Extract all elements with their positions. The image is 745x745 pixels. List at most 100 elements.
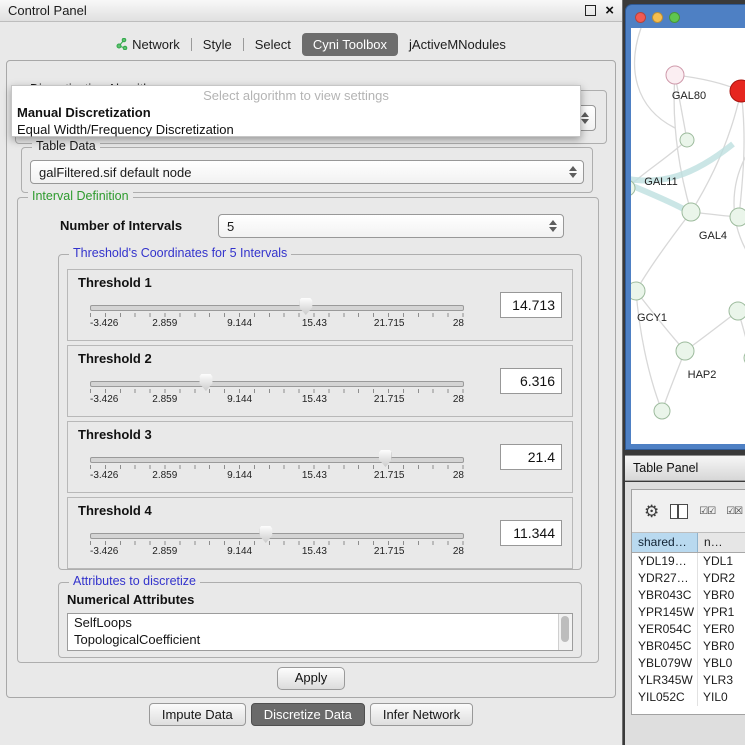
tab-style[interactable]: Style <box>196 33 239 56</box>
slider-tick-label: -3.426 <box>90 546 118 557</box>
node-label-gal4: GAL4 <box>699 230 727 242</box>
top-tab-bar: Network Style Select Cyni Toolbox jActiv… <box>0 31 622 57</box>
table-row[interactable]: YBR043C YBR0 <box>632 587 745 604</box>
slider-track[interactable] <box>90 457 464 463</box>
bottom-tab-bar: Impute Data Discretize Data Infer Networ… <box>0 703 622 726</box>
cell-name: YIL0 <box>698 689 745 706</box>
table-data-combo[interactable]: galFiltered.sif default node <box>30 160 584 184</box>
slider-tick-label: -3.426 <box>90 394 118 405</box>
table-panel-titlebar[interactable]: Table Panel <box>625 455 745 481</box>
gear-icon[interactable]: ⚙ <box>644 503 659 520</box>
popup-option-equal-width[interactable]: Equal Width/Frequency Discretization <box>12 121 580 138</box>
network-graph: GAL80 GAL11 GAL4 GCY1 HAP2 <box>631 28 745 444</box>
numerical-attributes-list: SelfLoops TopologicalCoefficient Between… <box>67 613 573 651</box>
slider-track[interactable] <box>90 381 464 387</box>
float-window-icon[interactable] <box>585 5 596 16</box>
scrollbar-thumb[interactable] <box>561 616 569 642</box>
slider-tick-label: 28 <box>453 318 464 329</box>
minimize-traffic-light[interactable] <box>652 12 663 23</box>
network-node[interactable] <box>729 302 745 320</box>
threshold-2-slider[interactable]: -3.426 2.859 9.144 15.43 21.715 28 <box>90 372 464 408</box>
table-row[interactable]: YDR27… YDR2 <box>632 570 745 587</box>
network-node[interactable] <box>631 282 645 300</box>
apply-button[interactable]: Apply <box>277 667 345 690</box>
column-header-shared-name[interactable]: shared… <box>632 533 698 552</box>
threshold-1-value-field[interactable] <box>500 292 562 318</box>
network-node[interactable] <box>676 342 694 360</box>
threshold-1-slider[interactable]: -3.426 2.859 9.144 15.43 21.715 28 <box>90 296 464 332</box>
attributes-group-label: Attributes to discretize <box>69 574 200 588</box>
slider-tick-label: 15.43 <box>302 470 327 481</box>
tab-network[interactable]: Network <box>109 33 187 56</box>
threshold-2-value-field[interactable] <box>500 368 562 394</box>
list-item[interactable]: BetweennessCentrality <box>68 648 572 651</box>
threshold-4-slider[interactable]: -3.426 2.859 9.144 15.43 21.715 28 <box>90 524 464 560</box>
network-node[interactable] <box>666 66 684 84</box>
slider-tick-label: 2.859 <box>152 394 177 405</box>
interval-definition-group: Interval Definition Number of Intervals … <box>17 197 599 663</box>
table-row[interactable]: YIL052C YIL0 <box>632 689 745 706</box>
slider-track[interactable] <box>90 533 464 539</box>
number-of-intervals-combo[interactable]: 5 <box>218 214 564 238</box>
list-item[interactable]: SelfLoops <box>68 614 572 631</box>
slider-ticks <box>90 541 464 545</box>
tab-separator <box>191 38 192 51</box>
table-row[interactable]: YBL079W YBL0 <box>632 655 745 672</box>
slider-tick-label: -3.426 <box>90 470 118 481</box>
network-node[interactable] <box>682 203 700 221</box>
popup-option-manual[interactable]: Manual Discretization <box>12 104 580 121</box>
slider-tick-label: 21.715 <box>374 470 405 481</box>
node-table: ⚙ ☑☑ ☑☒ shared… n… YDL19… YDL1 YDR27… YD… <box>631 489 745 715</box>
cell-name: YBL0 <box>698 655 745 672</box>
select-columns-icon[interactable]: ☑☒ <box>726 506 742 517</box>
window-controls <box>635 12 680 23</box>
network-node[interactable] <box>730 208 745 226</box>
tab-jactivemnodules[interactable]: jActiveMNodules <box>402 33 513 56</box>
tab-infer-network[interactable]: Infer Network <box>370 703 473 726</box>
close-icon[interactable]: × <box>605 3 614 18</box>
list-item[interactable]: TopologicalCoefficient <box>68 631 572 648</box>
tab-discretize-data[interactable]: Discretize Data <box>251 703 365 726</box>
slider-tick-label: 15.43 <box>302 318 327 329</box>
number-of-intervals-value: 5 <box>227 219 234 234</box>
threshold-3-slider[interactable]: -3.426 2.859 9.144 15.43 21.715 28 <box>90 448 464 484</box>
slider-track[interactable] <box>90 305 464 311</box>
table-row[interactable]: YPR145W YPR1 <box>632 604 745 621</box>
control-panel-content: Discretization Algorithm Select algorith… <box>6 60 616 698</box>
network-node[interactable] <box>654 403 670 419</box>
table-row[interactable]: YDL19… YDL1 <box>632 553 745 570</box>
column-layout-icon[interactable] <box>670 504 688 519</box>
cell-shared-name: YIL052C <box>632 689 698 706</box>
list-scrollbar[interactable] <box>558 614 572 650</box>
network-node-red[interactable] <box>730 80 745 102</box>
window-title: Control Panel <box>8 3 87 18</box>
column-header-name[interactable]: n… <box>698 533 745 552</box>
cell-shared-name: YDR27… <box>632 570 698 587</box>
table-row[interactable]: YER054C YER0 <box>632 621 745 638</box>
close-traffic-light[interactable] <box>635 12 646 23</box>
network-canvas[interactable]: GAL80 GAL11 GAL4 GCY1 HAP2 <box>631 28 745 444</box>
table-row[interactable]: YLR345W YLR3 <box>632 672 745 689</box>
threshold-4-value-field[interactable] <box>500 520 562 546</box>
control-panel-titlebar[interactable]: Control Panel × <box>0 0 622 22</box>
tab-impute-data[interactable]: Impute Data <box>149 703 246 726</box>
table-data-group: Table Data galFiltered.sif default node <box>21 147 593 193</box>
threshold-3-value-field[interactable] <box>500 444 562 470</box>
slider-tick-labels: -3.426 2.859 9.144 15.43 21.715 28 <box>90 546 464 558</box>
table-row[interactable]: YBR045C YBR0 <box>632 638 745 655</box>
cell-name: YDR2 <box>698 570 745 587</box>
tab-select[interactable]: Select <box>248 33 298 56</box>
network-view-window[interactable]: GAL80 GAL11 GAL4 GCY1 HAP2 <box>625 4 745 450</box>
control-panel-window: Control Panel × Network Style Select <box>0 0 623 745</box>
number-of-intervals-label: Number of Intervals <box>60 218 182 233</box>
show-columns-icon[interactable]: ☑☑ <box>699 506 715 517</box>
cell-name: YER0 <box>698 621 745 638</box>
slider-tick-label: 21.715 <box>374 546 405 557</box>
network-node[interactable] <box>680 133 694 147</box>
zoom-traffic-light[interactable] <box>669 12 680 23</box>
interval-definition-label: Interval Definition <box>28 189 133 203</box>
threshold-1-label: Threshold 1 <box>78 275 152 290</box>
tab-cyni-toolbox[interactable]: Cyni Toolbox <box>302 33 398 56</box>
threshold-1-panel: Threshold 1 -3.426 2.859 9.144 15.43 21.… <box>67 269 573 341</box>
threshold-2-label: Threshold 2 <box>78 351 152 366</box>
